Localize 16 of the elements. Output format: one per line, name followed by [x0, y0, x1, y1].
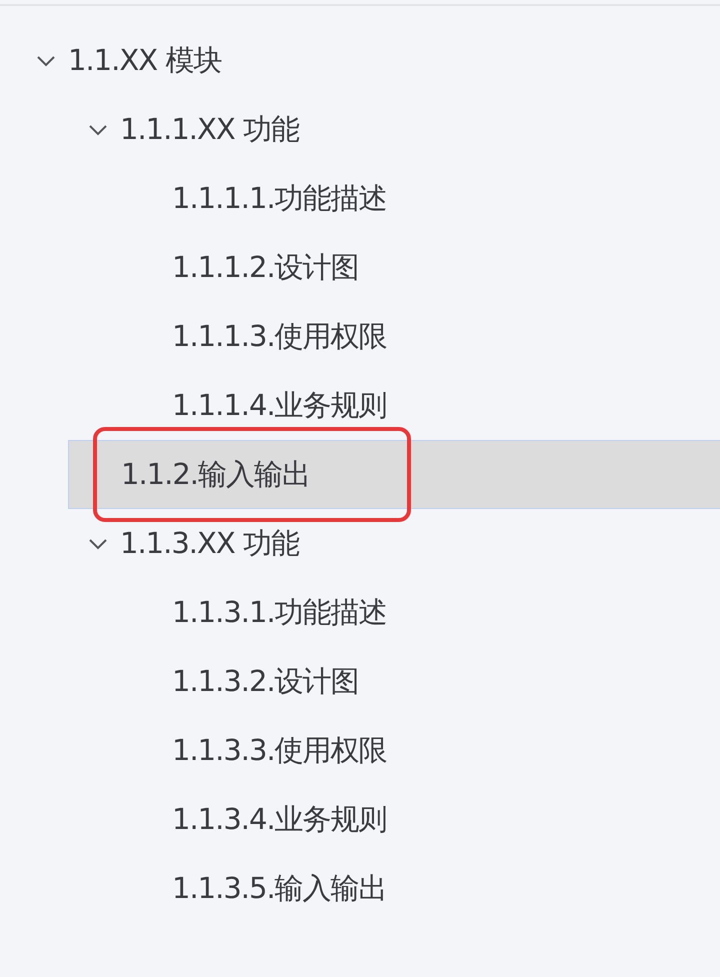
tree-item[interactable]: 1.1.1.XX 功能	[0, 95, 720, 164]
tree-item[interactable]: 1.1.1.3.使用权限	[0, 302, 720, 371]
tree-item[interactable]: 1.1.2.输入输出	[68, 440, 720, 509]
chevron-down-icon[interactable]	[88, 538, 108, 550]
tree-item[interactable]: 1.1.3.4.业务规则	[0, 785, 720, 854]
chevron-down-icon[interactable]	[36, 54, 56, 66]
tree-item[interactable]: 1.1.3.2.设计图	[0, 647, 720, 716]
tree-item[interactable]: 1.1.3.1.功能描述	[0, 578, 720, 647]
tree-item[interactable]: 1.1.1.4.业务规则	[0, 371, 720, 440]
tree-item[interactable]: 1.1.XX 模块	[0, 26, 720, 95]
tree-item[interactable]: 1.1.1.1.功能描述	[0, 164, 720, 233]
chevron-down-icon[interactable]	[88, 124, 108, 136]
tree-item[interactable]: 1.1.3.3.使用权限	[0, 716, 720, 785]
tree-item[interactable]: 1.1.1.2.设计图	[0, 233, 720, 302]
tree-item[interactable]: 1.1.3.XX 功能	[0, 509, 720, 578]
tree-item[interactable]: 1.1.3.5.输入输出	[0, 854, 720, 923]
